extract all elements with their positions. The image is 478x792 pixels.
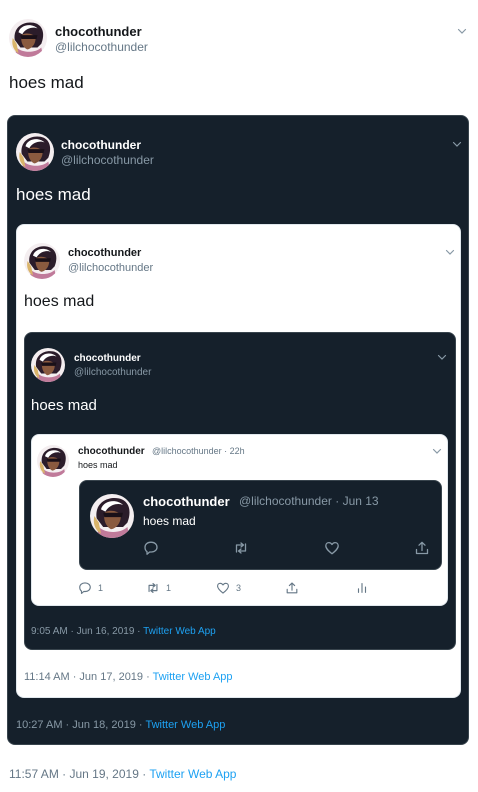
chevron-down-icon[interactable] (432, 446, 442, 456)
retweet-icon[interactable] (233, 540, 249, 556)
chevron-down-icon[interactable] (457, 26, 467, 36)
tweet-timestamp: 11:14 AM · Jun 17, 2019 · Twitter Web Ap… (24, 671, 233, 683)
retweet-icon[interactable] (146, 581, 160, 595)
tweet-text: hoes mad (143, 514, 196, 528)
source-link[interactable]: Twitter Web App (149, 767, 236, 781)
reply-icon[interactable] (78, 581, 92, 595)
user-handle[interactable]: @lilchocothunder (68, 262, 153, 274)
timestamp-text[interactable]: 11:57 AM · Jun 19, 2019 · (9, 767, 149, 781)
chevron-down-icon[interactable] (445, 247, 455, 257)
chevron-down-icon[interactable] (437, 352, 447, 362)
avatar[interactable] (31, 348, 65, 382)
source-link[interactable]: Twitter Web App (143, 626, 216, 637)
user-handle[interactable]: @lilchocothunder (61, 153, 154, 167)
tweet-timestamp: 11:57 AM · Jun 19, 2019 · Twitter Web Ap… (9, 767, 236, 781)
user-handle[interactable]: @lilchocothunder · Jun 13 (239, 494, 379, 508)
user-name[interactable]: chocothunder (78, 446, 145, 457)
avatar[interactable] (9, 19, 47, 57)
tweet-timestamp: 10:27 AM · Jun 18, 2019 · Twitter Web Ap… (16, 719, 225, 731)
user-name[interactable]: chocothunder (61, 138, 141, 152)
tweet-text: hoes mad (24, 293, 95, 310)
user-handle[interactable]: @lilchocothunder (55, 40, 148, 54)
user-name[interactable]: chocothunder (68, 247, 141, 259)
timestamp-text[interactable]: 9:05 AM · Jun 16, 2019 · (31, 626, 143, 637)
avatar[interactable] (37, 445, 69, 477)
tweet-text: hoes mad (9, 73, 84, 92)
tweet-text: hoes mad (31, 397, 97, 414)
timestamp-text[interactable]: 11:14 AM · Jun 17, 2019 · (24, 671, 153, 683)
avatar[interactable] (24, 243, 60, 279)
retweet-count: 1 (166, 583, 172, 593)
tweet-text: hoes mad (78, 460, 118, 470)
source-link[interactable]: Twitter Web App (145, 719, 225, 731)
user-name[interactable]: chocothunder (143, 494, 230, 509)
like-icon[interactable] (216, 581, 230, 595)
reply-count: 1 (98, 583, 104, 593)
timestamp-text[interactable]: 10:27 AM · Jun 18, 2019 · (16, 719, 145, 731)
user-name[interactable]: chocothunder (55, 24, 142, 39)
reply-icon[interactable] (143, 540, 159, 556)
avatar[interactable] (16, 133, 54, 171)
source-link[interactable]: Twitter Web App (153, 671, 233, 683)
user-handle[interactable]: @lilchocothunder · 22h (152, 446, 245, 456)
tweet-timestamp: 9:05 AM · Jun 16, 2019 · Twitter Web App (31, 626, 216, 637)
chevron-down-icon[interactable] (452, 139, 462, 149)
share-icon[interactable] (414, 540, 430, 556)
tweet-text: hoes mad (16, 185, 91, 204)
user-handle[interactable]: @lilchocothunder (74, 367, 151, 378)
analytics-icon[interactable] (355, 581, 369, 595)
avatar[interactable] (90, 494, 134, 538)
share-icon[interactable] (285, 581, 299, 595)
like-icon[interactable] (324, 540, 340, 556)
user-name[interactable]: chocothunder (74, 353, 141, 364)
like-count: 3 (236, 583, 242, 593)
